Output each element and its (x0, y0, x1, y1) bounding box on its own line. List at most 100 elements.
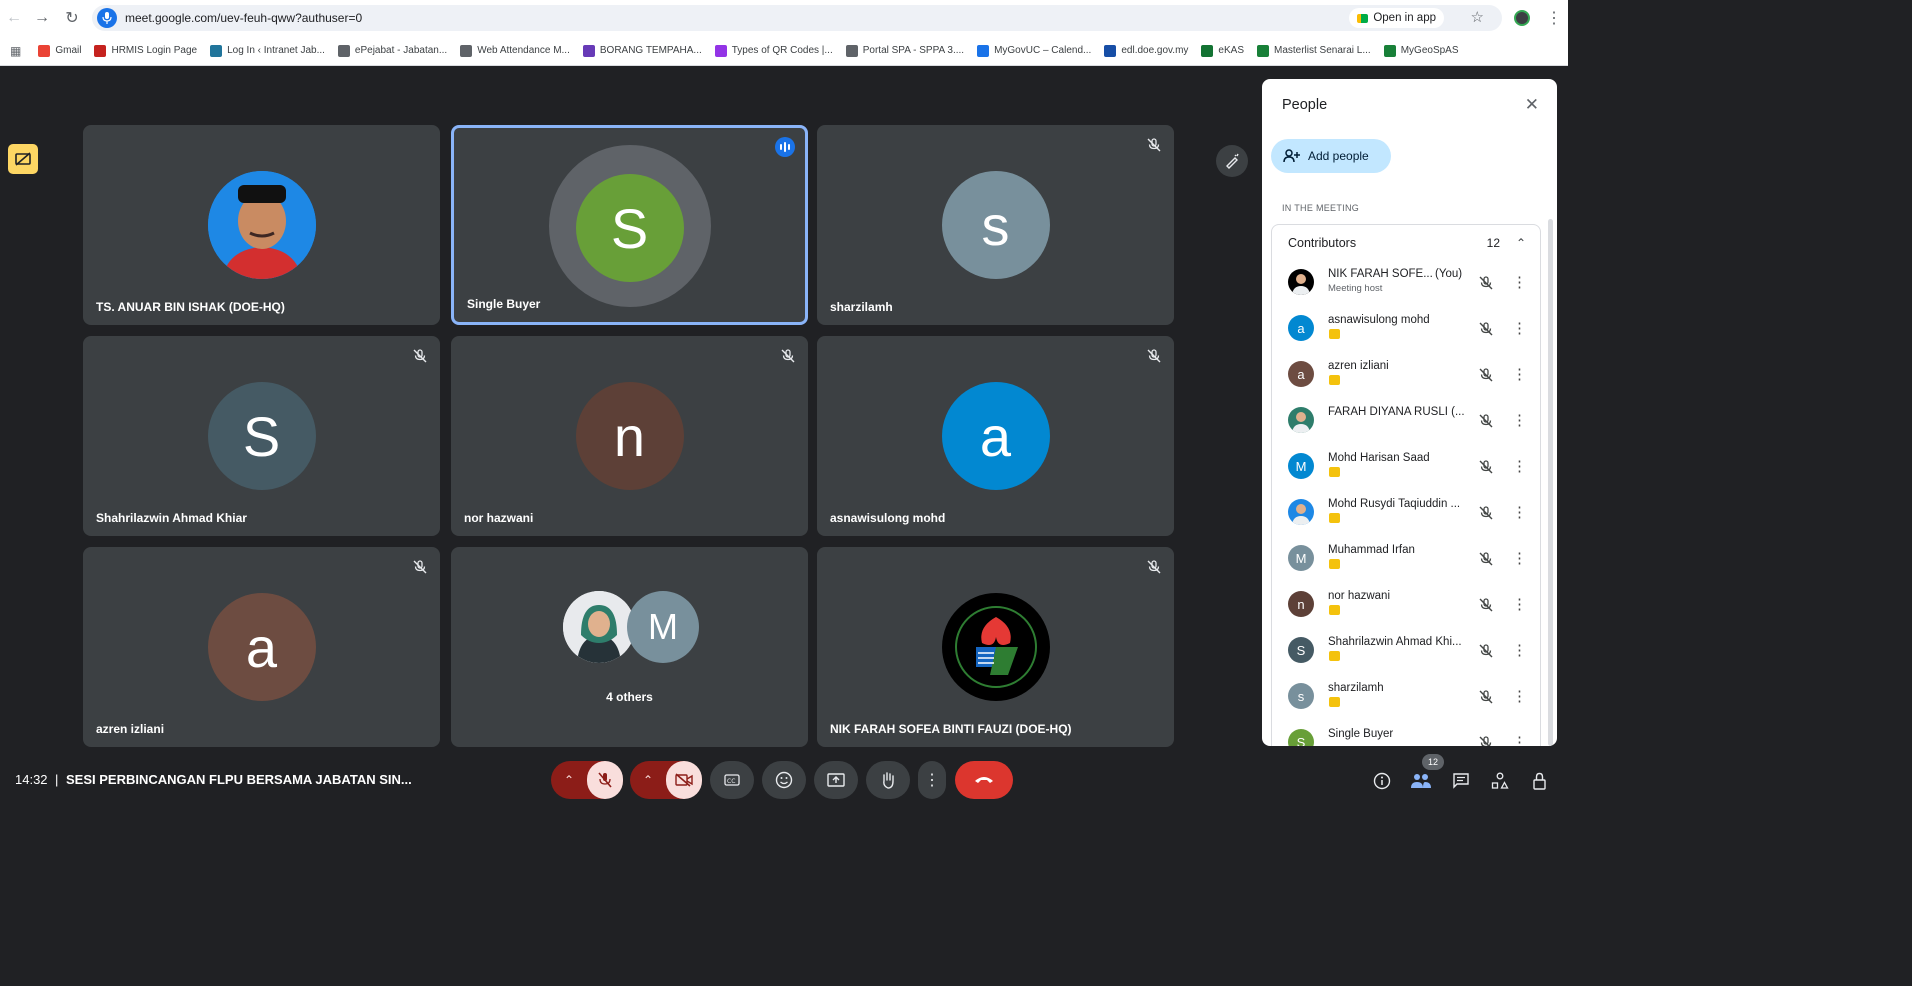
mic-off-icon[interactable] (1478, 689, 1494, 705)
address-bar[interactable]: meet.google.com/uev-feuh-qww?authuser=0 … (92, 5, 1502, 31)
mic-off-icon[interactable] (1478, 597, 1494, 613)
participant-row[interactable]: S Single Buyer ⋮ (1272, 720, 1540, 746)
participant-tile[interactable]: S Single Buyer (451, 125, 808, 325)
bookmark-label: HRMIS Login Page (111, 45, 198, 56)
add-people-button[interactable]: Add people (1271, 139, 1391, 173)
more-vert-icon[interactable]: ⋮ (1512, 411, 1527, 429)
raise-hand-button[interactable] (866, 761, 910, 799)
close-icon[interactable]: ✕ (1525, 95, 1539, 115)
more-vert-icon[interactable]: ⋮ (1512, 641, 1527, 659)
contributors-header[interactable]: Contributors 12 ⌃ (1271, 224, 1541, 260)
mic-off-icon[interactable] (1478, 505, 1494, 521)
camera-off-badge-icon (1329, 559, 1340, 569)
participant-tile[interactable]: M 4 others (451, 547, 808, 747)
more-vert-icon[interactable]: ⋮ (1512, 319, 1527, 337)
title-separator: | (55, 772, 59, 787)
annotate-icon[interactable] (1216, 145, 1248, 177)
participant-row[interactable]: M Muhammad Irfan ⋮ (1272, 536, 1540, 582)
bookmark-favicon-icon (714, 44, 727, 57)
open-in-app-button[interactable]: Open in app (1349, 8, 1444, 28)
host-controls-icon[interactable] (8, 144, 38, 174)
chrome-menu-icon[interactable]: ⋮ (1546, 8, 1562, 28)
people-button[interactable]: 12 (1410, 754, 1444, 792)
apps-grid-icon[interactable]: ▦ (10, 44, 21, 58)
panel-scrollbar[interactable] (1548, 219, 1553, 746)
bookmark-item[interactable]: ePejabat - Jabatan... (337, 44, 447, 57)
avatar-initial: a (979, 404, 1012, 468)
bookmark-item[interactable]: eKAS (1201, 44, 1244, 57)
camera-off-button[interactable] (666, 761, 702, 799)
more-vert-icon[interactable]: ⋮ (1512, 733, 1527, 746)
bookmark-favicon-icon (94, 44, 107, 57)
video-options-icon[interactable]: ⌃ (630, 773, 666, 787)
more-vert-icon: ⋮ (924, 772, 940, 789)
more-vert-icon[interactable]: ⋮ (1512, 273, 1527, 291)
bookmark-item[interactable]: Masterlist Senarai L... (1257, 44, 1371, 57)
participant-tile[interactable]: a azren izliani (83, 547, 440, 747)
captions-button[interactable]: CC (710, 761, 754, 799)
meeting-info-icon[interactable] (1373, 772, 1391, 790)
activities-icon[interactable] (1491, 772, 1509, 790)
participant-tile[interactable]: s sharzilamh (817, 125, 1174, 325)
bookmark-star-icon[interactable]: ☆ (1471, 8, 1484, 26)
participant-row[interactable]: M Mohd Harisan Saad ⋮ (1272, 444, 1540, 490)
more-vert-icon[interactable]: ⋮ (1512, 549, 1527, 567)
chevron-up-icon[interactable]: ⌃ (1516, 236, 1526, 250)
bookmark-item[interactable]: Log In ‹ Intranet Jab... (210, 44, 325, 57)
participant-row[interactable]: s sharzilamh ⋮ (1272, 674, 1540, 720)
bookmark-item[interactable]: MyGovUC – Calend... (977, 44, 1091, 57)
participant-tile[interactable]: a asnawisulong mohd (817, 336, 1174, 536)
mic-off-icon[interactable] (1478, 367, 1494, 383)
bookmark-item[interactable]: Types of QR Codes |... (714, 44, 833, 57)
host-lock-icon[interactable] (1531, 772, 1549, 790)
participant-row[interactable]: n nor hazwani ⋮ (1272, 582, 1540, 628)
mic-off-icon[interactable] (1478, 321, 1494, 337)
back-icon[interactable]: ← (0, 4, 28, 32)
participant-row[interactable]: NIK FARAH SOFE... (You) Meeting host ⋮ (1272, 260, 1540, 306)
bookmark-item[interactable]: HRMIS Login Page (94, 44, 198, 57)
captions-icon: CC (724, 774, 740, 786)
mic-off-icon[interactable] (1478, 643, 1494, 659)
more-vert-icon[interactable]: ⋮ (1512, 595, 1527, 613)
more-vert-icon[interactable]: ⋮ (1512, 687, 1527, 705)
participant-photo (1288, 269, 1314, 295)
mic-off-icon[interactable] (1478, 551, 1494, 567)
participant-tile[interactable]: TS. ANUAR BIN ISHAK (DOE-HQ) (83, 125, 440, 325)
bookmarks-bar: ▦ Gmail HRMIS Login Page Log In ‹ Intranet… (0, 36, 1568, 66)
mic-off-icon (1146, 348, 1162, 364)
audio-options-icon[interactable]: ⌃ (551, 773, 587, 787)
present-button[interactable] (814, 761, 858, 799)
mic-off-icon[interactable] (1478, 275, 1494, 291)
emoji-icon (775, 771, 793, 789)
mic-off-icon[interactable] (1478, 735, 1494, 746)
bookmark-item[interactable]: Web Attendance M... (460, 44, 570, 57)
more-vert-icon[interactable]: ⋮ (1512, 457, 1527, 475)
bookmark-item[interactable]: BORANG TEMPAHA... (582, 44, 702, 57)
participant-tile[interactable]: S Shahrilazwin Ahmad Khiar (83, 336, 440, 536)
bookmark-item[interactable]: edl.doe.gov.my (1104, 44, 1188, 57)
more-vert-icon[interactable]: ⋮ (1512, 365, 1527, 383)
participant-row[interactable]: a azren izliani ⋮ (1272, 352, 1540, 398)
more-vert-icon[interactable]: ⋮ (1512, 503, 1527, 521)
profile-avatar[interactable] (1514, 10, 1530, 26)
participant-tile[interactable]: n nor hazwani (451, 336, 808, 536)
participant-row[interactable]: Mohd Rusydi Taqiuddin ... ⋮ (1272, 490, 1540, 536)
reactions-button[interactable] (762, 761, 806, 799)
chat-icon[interactable] (1452, 772, 1470, 790)
more-options-button[interactable]: ⋮ (918, 761, 946, 799)
url-text[interactable]: meet.google.com/uev-feuh-qww?authuser=0 (125, 11, 362, 25)
reload-icon[interactable]: ↻ (58, 4, 86, 32)
mic-off-icon[interactable] (1478, 413, 1494, 429)
bookmark-item[interactable]: Portal SPA - SPPA 3.... (845, 44, 964, 57)
leave-call-button[interactable] (955, 761, 1013, 799)
participant-row[interactable]: FARAH DIYANA RUSLI (... ⋮ (1272, 398, 1540, 444)
participant-row[interactable]: a asnawisulong mohd ⋮ (1272, 306, 1540, 352)
mic-off-button[interactable] (587, 761, 623, 799)
participant-tile[interactable]: NIK FARAH SOFEA BINTI FAUZI (DOE-HQ) (817, 547, 1174, 747)
microphone-icon[interactable] (97, 8, 117, 28)
mic-off-icon[interactable] (1478, 459, 1494, 475)
bookmark-item[interactable]: MyGeoSpAS (1383, 44, 1459, 57)
bookmark-item[interactable]: Gmail (38, 44, 81, 57)
forward-icon[interactable]: → (28, 4, 56, 32)
participant-row[interactable]: S Shahrilazwin Ahmad Khi... ⋮ (1272, 628, 1540, 674)
